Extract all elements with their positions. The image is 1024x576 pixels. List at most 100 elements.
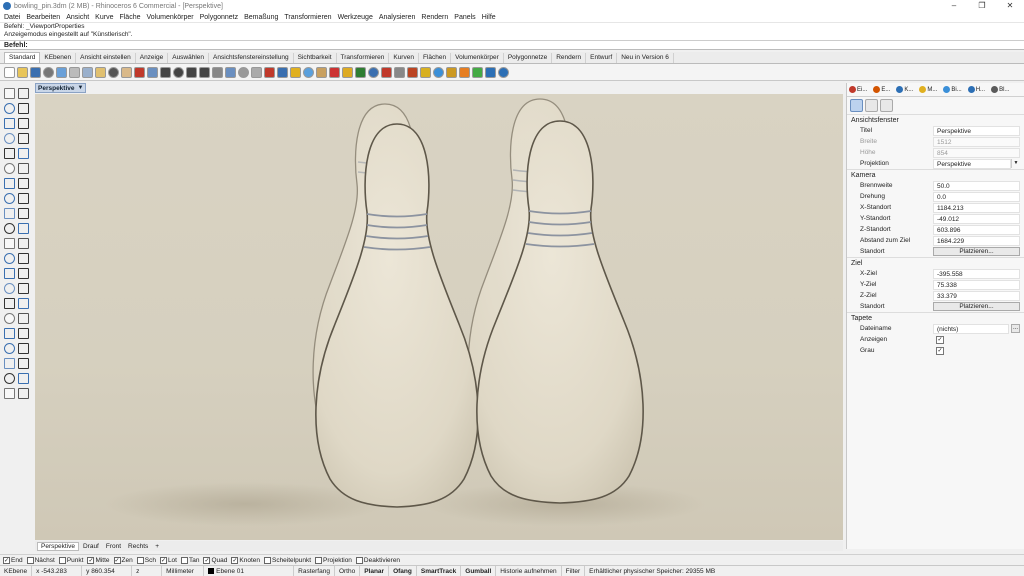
- rectangle-icon[interactable]: [18, 133, 29, 144]
- osnap-knoten[interactable]: ✓ Knoten: [231, 556, 260, 564]
- property-value-field[interactable]: -49.012: [933, 213, 1020, 224]
- edit-icon[interactable]: [4, 238, 15, 249]
- osnap-checkbox[interactable]: [26, 556, 34, 564]
- analyze-icon[interactable]: [4, 328, 15, 339]
- tab-entwurf[interactable]: Entwurf: [586, 53, 618, 63]
- section-ansichtsfenster[interactable]: Ansichtsfenster: [847, 114, 1024, 125]
- property-value-field[interactable]: 1184.213: [933, 202, 1020, 213]
- status-historie[interactable]: Historie aufnehmen: [496, 565, 562, 576]
- osnap-checkbox[interactable]: [355, 556, 363, 564]
- move-icon[interactable]: [134, 66, 145, 78]
- light-tool-icon[interactable]: [18, 343, 29, 354]
- polygon-icon[interactable]: [4, 148, 15, 159]
- pan-hand-icon[interactable]: [121, 66, 132, 78]
- chevron-down-icon[interactable]: ▼: [1011, 159, 1020, 168]
- offset-icon[interactable]: [18, 163, 29, 174]
- status-rasterfang[interactable]: Rasterfang: [294, 565, 335, 576]
- undo-view-icon[interactable]: [212, 66, 223, 78]
- status-ortho[interactable]: Ortho: [335, 565, 361, 576]
- osnap-scheitelpunkt[interactable]: Scheitelpunkt: [263, 556, 311, 564]
- array-icon[interactable]: [4, 298, 15, 309]
- material-icon[interactable]: [407, 66, 418, 78]
- osnap-checkbox[interactable]: ✓: [231, 556, 239, 564]
- zoom-window-icon[interactable]: [173, 66, 184, 78]
- history-icon[interactable]: [18, 373, 29, 384]
- transform-icon[interactable]: [4, 283, 15, 294]
- cylinder-icon[interactable]: [18, 223, 29, 234]
- close-button[interactable]: ✕: [996, 0, 1024, 12]
- open-file-icon[interactable]: [17, 66, 28, 78]
- property-value-field[interactable]: (nichts): [933, 323, 1009, 334]
- polyline-icon[interactable]: [4, 103, 15, 114]
- tab-anzeige[interactable]: Anzeige: [136, 53, 169, 63]
- menu-kurve[interactable]: Kurve: [95, 14, 113, 21]
- new-file-icon[interactable]: [4, 66, 15, 78]
- viewport-tab-front[interactable]: Front: [103, 543, 124, 550]
- osnap-checkbox[interactable]: [58, 556, 66, 564]
- line-icon[interactable]: [18, 103, 29, 114]
- render-settings-icon[interactable]: [880, 99, 893, 112]
- osnap-deaktivieren[interactable]: Deaktivieren: [355, 556, 400, 564]
- tab-neu-in-version-6[interactable]: Neu in Version 6: [617, 53, 674, 63]
- panel-tab-5[interactable]: H...: [967, 86, 988, 93]
- group-icon[interactable]: [18, 268, 29, 279]
- box-icon[interactable]: [4, 193, 15, 204]
- menu-flaeche[interactable]: Fläche: [119, 14, 140, 21]
- osnap-sch[interactable]: Sch: [136, 556, 156, 564]
- status-plane[interactable]: KEbene: [0, 565, 33, 576]
- misc-icon[interactable]: [18, 388, 29, 399]
- boolean-icon[interactable]: [18, 208, 29, 219]
- tab-sichtbarkeit[interactable]: Sichtbarkeit: [294, 53, 337, 63]
- snap-icon[interactable]: [18, 358, 29, 369]
- osnap-zen[interactable]: ✓ Zen: [113, 556, 133, 564]
- extrude-icon[interactable]: [4, 208, 15, 219]
- loft-icon[interactable]: [18, 178, 29, 189]
- osnap-checkbox[interactable]: [180, 556, 188, 564]
- property-value-field[interactable]: 0.0: [933, 191, 1020, 202]
- wireframe-icon[interactable]: [355, 66, 366, 78]
- viewport-tab-drauf[interactable]: Drauf: [80, 543, 102, 550]
- property-checkbox[interactable]: ✓: [936, 335, 944, 344]
- text-icon[interactable]: [4, 313, 15, 324]
- layout-icon[interactable]: [18, 328, 29, 339]
- arc-icon[interactable]: [18, 118, 29, 129]
- status-smarttrack[interactable]: SmartTrack: [417, 565, 462, 576]
- osnap-checkbox[interactable]: [315, 556, 323, 564]
- tab-ansichtsfenstereinstellung[interactable]: Ansichtsfenstereinstellung: [209, 53, 294, 63]
- camera-icon[interactable]: [850, 99, 863, 112]
- property-value-field[interactable]: 1684.229: [933, 235, 1020, 246]
- osnap-checkbox[interactable]: ✓: [113, 556, 121, 564]
- minimize-button[interactable]: –: [940, 0, 968, 12]
- select-arrow-icon[interactable]: [4, 88, 15, 99]
- maximize-button[interactable]: ❐: [968, 0, 996, 12]
- shaded-icon[interactable]: [368, 66, 379, 78]
- osnap-punkt[interactable]: Punkt: [58, 556, 83, 564]
- platzieren-button[interactable]: Platzieren...: [933, 302, 1020, 311]
- status-layer[interactable]: Ebene 01: [204, 565, 295, 576]
- select-all-icon[interactable]: [277, 66, 288, 78]
- tab-kebenen[interactable]: KEbenen: [40, 53, 77, 63]
- join-icon[interactable]: [18, 253, 29, 264]
- tab-polygonnetze[interactable]: Polygonnetze: [504, 53, 553, 63]
- add-viewport-tab-button[interactable]: +: [152, 543, 162, 550]
- properties-icon[interactable]: [342, 66, 353, 78]
- panel-tab-1[interactable]: E...: [873, 86, 893, 93]
- property-value-field[interactable]: Perspektive: [933, 125, 1020, 136]
- cut-icon[interactable]: [69, 66, 80, 78]
- osnap-mitte[interactable]: ✓ Mitte: [87, 556, 110, 564]
- lock-icon[interactable]: [316, 66, 327, 78]
- point-icon[interactable]: [18, 88, 29, 99]
- fillet-icon[interactable]: [4, 163, 15, 174]
- menu-transformieren[interactable]: Transformieren: [284, 14, 331, 21]
- property-value-field[interactable]: 603.896: [933, 224, 1020, 235]
- status-planar[interactable]: Planar: [360, 565, 390, 576]
- undo-icon[interactable]: [108, 66, 119, 78]
- property-value-field[interactable]: -395.558: [933, 268, 1020, 279]
- print-icon[interactable]: [43, 66, 54, 78]
- viewport-title-tab[interactable]: Perspektive ▼: [35, 83, 87, 93]
- menu-polygonnetz[interactable]: Polygonnetz: [200, 14, 239, 21]
- zoom-extents-icon[interactable]: [186, 66, 197, 78]
- viewport-tab-perspektive[interactable]: Perspektive: [37, 541, 79, 551]
- tab-rendern[interactable]: Rendern: [552, 53, 587, 63]
- grid-tool-icon[interactable]: [4, 358, 15, 369]
